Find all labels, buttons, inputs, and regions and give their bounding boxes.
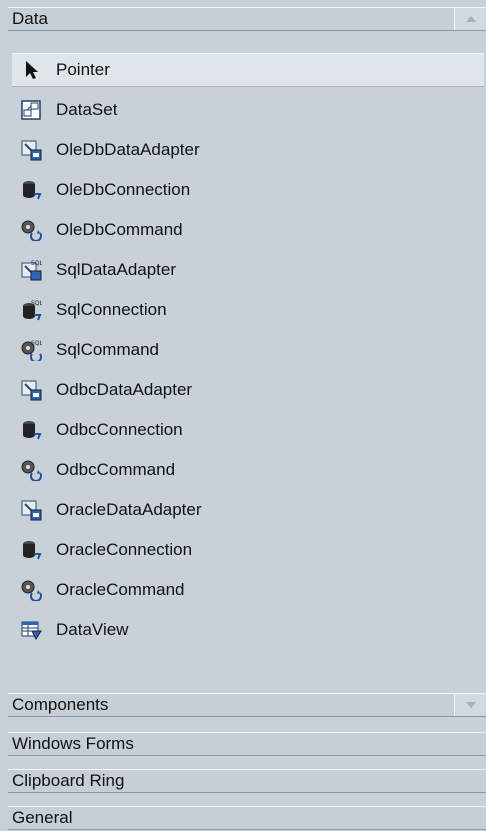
svg-text:SQL: SQL <box>31 260 42 267</box>
toolbox-item-oledbcommand[interactable]: OleDbCommand <box>12 213 484 247</box>
toolbox-item-sqlcommand[interactable]: SQL SqlCommand <box>12 333 484 367</box>
scroll-up-button[interactable] <box>454 8 486 30</box>
toolbox-item-dataset[interactable]: DataSet <box>12 93 484 127</box>
toolbox-item-label: OracleCommand <box>56 580 185 599</box>
connection-icon <box>20 419 42 441</box>
toolbox-panel: Data Pointer DataSet OleDbDataAdapter Ol… <box>8 7 486 831</box>
toolbox-item-oracledataadapter[interactable]: OracleDataAdapter <box>12 493 484 527</box>
toolbox-item-dataview[interactable]: DataView <box>12 613 484 647</box>
toolbox-item-oracleconnection[interactable]: OracleConnection <box>12 533 484 567</box>
svg-text:SQL: SQL <box>31 340 42 347</box>
data-adapter-icon <box>20 499 42 521</box>
command-icon <box>20 579 42 602</box>
toolbox-item-label: SqlCommand <box>56 340 159 359</box>
toolbox-item-label: SqlDataAdapter <box>56 260 177 279</box>
toolbox-item-label: OracleDataAdapter <box>56 500 202 519</box>
pointer-icon <box>20 59 42 81</box>
toolbox-item-label: OleDbDataAdapter <box>56 140 200 159</box>
toolbox-item-sqlconnection[interactable]: SQL SqlConnection <box>12 293 484 327</box>
tab-label: Data <box>12 9 48 28</box>
dataview-icon <box>20 619 42 641</box>
toolbox-item-label: OleDbConnection <box>56 180 191 199</box>
tab-label: Components <box>12 695 109 714</box>
scroll-up-icon <box>465 16 476 22</box>
tab-windows-forms[interactable]: Windows Forms <box>8 732 486 756</box>
sql-data-adapter-icon: SQL <box>20 259 44 281</box>
toolbox-item-label: OracleConnection <box>56 540 193 559</box>
connection-icon <box>20 179 42 201</box>
command-icon <box>20 219 42 242</box>
toolbox-item-odbcconnection[interactable]: OdbcConnection <box>12 413 484 447</box>
scroll-down-icon <box>465 702 476 708</box>
connection-icon <box>20 539 42 561</box>
sql-command-icon: SQL <box>20 339 44 363</box>
toolbox-item-oledbdataadapter[interactable]: OleDbDataAdapter <box>12 133 484 167</box>
toolbox-item-oraclecommand[interactable]: OracleCommand <box>12 573 484 607</box>
toolbox-item-label: OdbcConnection <box>56 420 183 439</box>
dataset-icon <box>20 99 42 121</box>
svg-text:SQL: SQL <box>31 300 42 307</box>
toolbox-item-oledbconnection[interactable]: OleDbConnection <box>12 173 484 207</box>
tab-data[interactable]: Data <box>8 7 486 31</box>
toolbox-item-pointer[interactable]: Pointer <box>12 53 484 87</box>
tab-label: Clipboard Ring <box>12 771 125 790</box>
toolbox-item-label: SqlConnection <box>56 300 167 319</box>
data-adapter-icon <box>20 139 42 161</box>
toolbox-item-label: OleDbCommand <box>56 220 183 239</box>
toolbox-item-label: Pointer <box>56 60 110 79</box>
toolbox-item-odbcdataadapter[interactable]: OdbcDataAdapter <box>12 373 484 407</box>
tab-general[interactable]: General <box>8 806 486 830</box>
toolbox-item-odbccommand[interactable]: OdbcCommand <box>12 453 484 487</box>
tab-label: General <box>12 808 73 827</box>
tab-components[interactable]: Components <box>8 693 486 717</box>
scroll-down-button[interactable] <box>454 694 486 716</box>
toolbox-item-label: OdbcDataAdapter <box>56 380 193 399</box>
toolbox-item-sqldataadapter[interactable]: SQL SqlDataAdapter <box>12 253 484 287</box>
tab-label: Windows Forms <box>12 734 134 753</box>
toolbox-item-label: DataSet <box>56 100 118 119</box>
sql-connection-icon: SQL <box>20 299 44 321</box>
command-icon <box>20 459 42 482</box>
toolbox-item-label: OdbcCommand <box>56 460 176 479</box>
tab-clipboard-ring[interactable]: Clipboard Ring <box>8 769 486 793</box>
data-adapter-icon <box>20 379 42 401</box>
toolbox-item-label: DataView <box>56 620 129 639</box>
